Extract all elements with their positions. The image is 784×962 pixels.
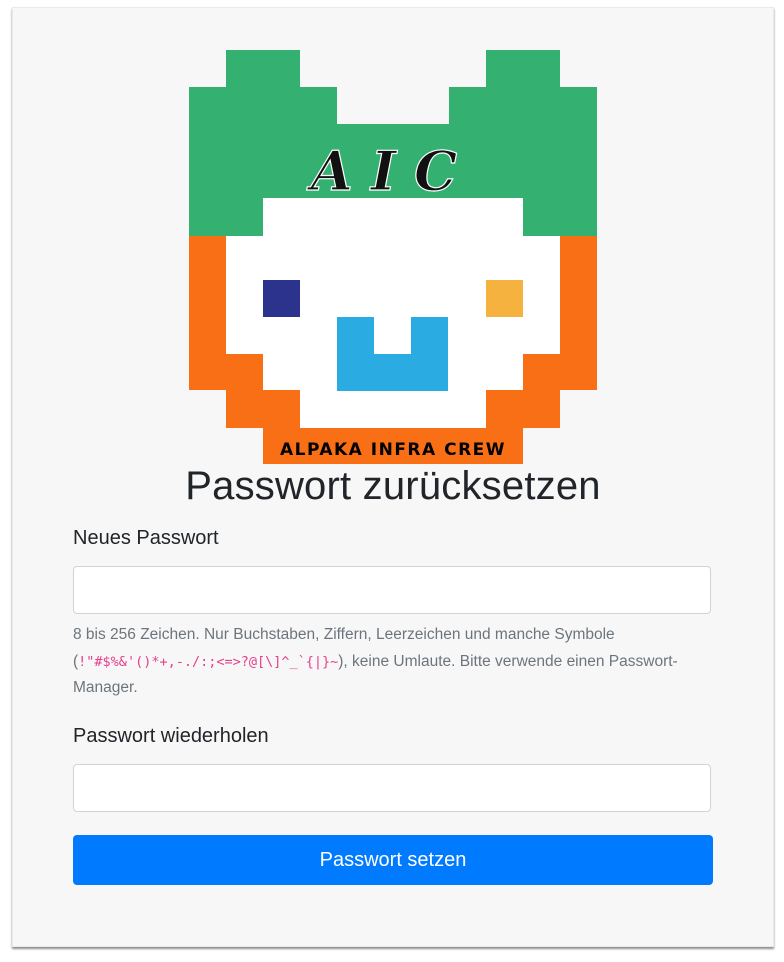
repeat-password-input[interactable] [73, 764, 711, 812]
new-password-label: Neues Passwort [73, 527, 219, 549]
allowed-symbols: !"#$%&'()*+,-./:;<=>?@[\]^_`{|}~ [78, 653, 339, 670]
reset-card: AIC ALPAKA INFRA CREW Passwort zurückset… [12, 7, 774, 947]
aic-logo: AIC ALPAKA INFRA CREW [189, 50, 597, 464]
new-password-input[interactable] [73, 566, 711, 614]
page-title: Passwort zurücksetzen [185, 464, 601, 508]
logo-right-eye [486, 280, 523, 317]
logo-bottom-text: ALPAKA INFRA CREW [280, 440, 506, 460]
repeat-password-label: Passwort wiederholen [73, 725, 269, 747]
logo-left-eye [263, 280, 300, 317]
logo-top-text: AIC [306, 139, 475, 203]
password-help-text: 8 bis 256 Zeichen. Nur Buchstaben, Ziffe… [73, 622, 713, 702]
set-password-button[interactable]: Passwort setzen [73, 835, 713, 885]
